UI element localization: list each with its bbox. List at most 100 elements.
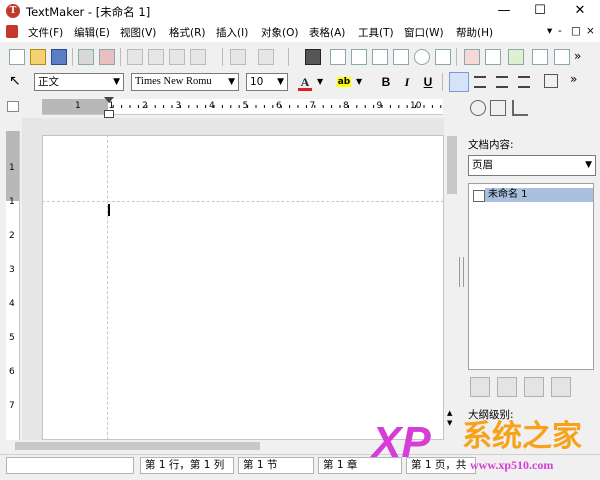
content-tree[interactable] xyxy=(468,183,594,370)
bold-button[interactable]: B xyxy=(377,73,395,91)
print-icon[interactable] xyxy=(78,49,94,65)
underline-button[interactable]: U xyxy=(419,73,437,91)
chevron-down-icon: ▼ xyxy=(277,77,284,87)
ruler-label: 4 xyxy=(209,101,215,111)
font-select[interactable]: Times New Romu ▼ xyxy=(131,73,239,91)
ruler-label: 7 xyxy=(309,101,316,111)
align-center-icon[interactable] xyxy=(474,76,486,88)
font-size-select[interactable]: 10 ▼ xyxy=(246,73,288,91)
menu-window[interactable]: 窗口(W) xyxy=(404,25,444,40)
style-value: 正文 xyxy=(38,76,59,88)
navigate-icon[interactable] xyxy=(470,100,486,116)
doc-close-button[interactable]: × xyxy=(586,25,595,37)
table-icon[interactable] xyxy=(485,49,501,65)
highlight-button[interactable]: ab xyxy=(335,73,353,91)
document-page[interactable] xyxy=(42,135,444,440)
spellcheck-icon[interactable] xyxy=(508,49,524,65)
tree-item[interactable]: 未命名 1 xyxy=(485,188,593,202)
justify-icon[interactable] xyxy=(518,76,530,88)
new-icon[interactable] xyxy=(9,49,25,65)
watermark-xp: XP xyxy=(372,418,431,467)
draw-icon[interactable] xyxy=(554,49,570,65)
menu-file[interactable]: 文件(F) xyxy=(28,25,63,40)
font-size-value: 10 xyxy=(250,76,264,88)
ruler-label: 6 xyxy=(9,367,15,377)
move-up-icon[interactable] xyxy=(470,377,490,397)
save-icon[interactable] xyxy=(51,49,67,65)
textframe-icon[interactable] xyxy=(464,49,480,65)
more-tools-icon[interactable]: » xyxy=(574,49,581,63)
menu-tools[interactable]: 工具(T) xyxy=(358,25,394,40)
demote-icon[interactable] xyxy=(551,377,571,397)
menu-format[interactable]: 格式(R) xyxy=(169,25,206,40)
redo-icon[interactable] xyxy=(258,49,274,65)
doc-minimize-button[interactable]: - xyxy=(558,25,562,37)
page-up-icon[interactable]: ▲ xyxy=(447,409,452,417)
pane-splitter[interactable] xyxy=(459,257,464,287)
ruler-label: 2 xyxy=(9,231,15,241)
normal-view-icon[interactable] xyxy=(393,49,409,65)
paste-icon[interactable] xyxy=(169,49,185,65)
menu-table[interactable]: 表格(A) xyxy=(309,25,345,40)
chevron-down-icon: ▼ xyxy=(113,77,120,87)
copy-icon[interactable] xyxy=(148,49,164,65)
menu-help[interactable]: 帮助(H) xyxy=(456,25,493,40)
binoculars-icon[interactable] xyxy=(305,49,321,65)
menu-view[interactable]: 视图(V) xyxy=(120,25,156,40)
menu-object[interactable]: 对象(O) xyxy=(261,25,298,40)
menu-bar: 文件(F) 编辑(E) 视图(V) 格式(R) 插入(I) 对象(O) 表格(A… xyxy=(0,22,600,42)
doc-restore-button[interactable]: □ xyxy=(571,25,581,37)
minimize-button[interactable]: — xyxy=(486,0,522,22)
move-down-icon[interactable] xyxy=(497,377,517,397)
left-indent-marker[interactable] xyxy=(104,110,114,118)
highlight-dropdown-icon[interactable]: ▼ xyxy=(356,77,362,86)
textmaker-logo-icon: T xyxy=(6,4,20,18)
menu-insert[interactable]: 插入(I) xyxy=(216,25,248,40)
fullscreen-icon[interactable] xyxy=(435,49,451,65)
page-view-icon[interactable] xyxy=(330,49,346,65)
style-select[interactable]: 正文 ▼ xyxy=(34,73,124,91)
menu-edit[interactable]: 编辑(E) xyxy=(74,25,110,40)
chevron-down-icon: ▼ xyxy=(228,77,235,87)
doc-menu-dropdown-icon[interactable]: ▾ xyxy=(547,25,552,37)
ruler-label: 10 xyxy=(410,101,422,111)
xp510-watermark: XP 系统之家 www.xp510.com xyxy=(372,418,600,479)
document-content-select[interactable]: 页眉 ▼ xyxy=(468,155,596,176)
chart-icon[interactable] xyxy=(532,49,548,65)
list-icon[interactable] xyxy=(544,74,558,88)
vertical-scroll-thumb[interactable] xyxy=(447,136,457,194)
font-color-dropdown-icon[interactable]: ▼ xyxy=(317,77,323,86)
pane-option-icon[interactable] xyxy=(490,100,506,116)
promote-icon[interactable] xyxy=(524,377,544,397)
align-left-icon[interactable] xyxy=(449,72,469,92)
pointer-icon[interactable]: ↖ xyxy=(9,73,21,89)
maximize-button[interactable]: ☐ xyxy=(522,0,558,22)
cut-icon[interactable] xyxy=(127,49,143,65)
italic-button[interactable]: I xyxy=(398,73,416,91)
document-menu-icon[interactable] xyxy=(6,25,18,38)
tree-checkbox[interactable] xyxy=(473,190,485,202)
document-content-label: 文档内容: xyxy=(468,139,514,151)
more-format-icon[interactable]: » xyxy=(570,72,577,86)
undo-icon[interactable] xyxy=(230,49,246,65)
ruler-label: 5 xyxy=(9,333,15,343)
ruler-label: 7 xyxy=(9,401,15,411)
ruler-label: 4 xyxy=(9,299,15,309)
left-margin-guide xyxy=(107,135,108,440)
open-icon[interactable] xyxy=(30,49,46,65)
align-right-icon[interactable] xyxy=(496,76,508,88)
font-color-button[interactable]: A xyxy=(296,73,314,91)
chart-pane-icon[interactable] xyxy=(512,100,528,116)
master-view-icon[interactable] xyxy=(372,49,388,65)
zoom-icon[interactable] xyxy=(414,49,430,65)
ruler-label: 1 xyxy=(9,163,15,173)
tab-stop-selector[interactable] xyxy=(7,101,19,112)
standard-toolbar: » xyxy=(0,44,600,70)
horizontal-scroll-thumb[interactable] xyxy=(15,442,260,450)
close-button[interactable]: ✕ xyxy=(562,0,598,22)
outline-view-icon[interactable] xyxy=(351,49,367,65)
chevron-down-icon: ▼ xyxy=(585,160,592,170)
top-margin-guide xyxy=(42,201,444,202)
format-painter-icon[interactable] xyxy=(190,49,206,65)
print-preview-icon[interactable] xyxy=(99,49,115,65)
